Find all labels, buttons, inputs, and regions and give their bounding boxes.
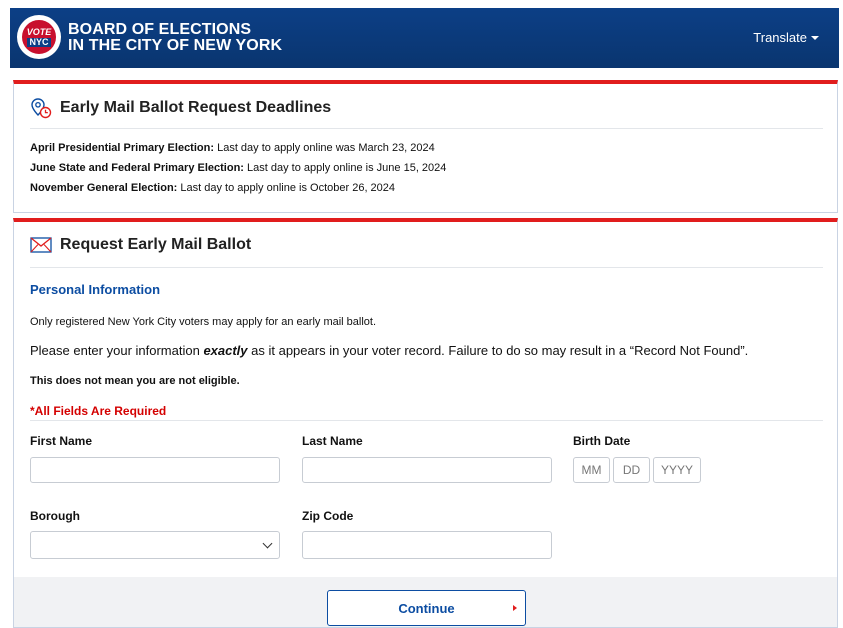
logo-badge: VOTE NYC <box>20 18 58 56</box>
org-name[interactable]: BOARD OF ELECTIONS IN THE CITY OF NEW YO… <box>68 22 282 54</box>
request-title: Request Early Mail Ballot <box>30 236 251 254</box>
first-name-input[interactable] <box>30 457 280 483</box>
borough-label: Borough <box>30 509 80 523</box>
borough-select[interactable] <box>30 531 280 559</box>
logo-text-top: VOTE <box>26 26 52 37</box>
request-title-text: Request Early Mail Ballot <box>60 236 252 253</box>
translate-dropdown[interactable]: Translate <box>753 30 819 45</box>
chevron-down-icon <box>262 538 273 549</box>
continue-button[interactable]: Continue <box>327 590 526 626</box>
deadlines-title-text: Early Mail Ballot Request Deadlines <box>60 99 332 116</box>
continue-label: Continue <box>398 600 455 616</box>
exact-note-emphasis: exactly <box>203 343 248 358</box>
first-name-label: First Name <box>30 434 93 448</box>
zip-code-input[interactable] <box>302 531 552 559</box>
divider <box>30 128 823 129</box>
deadline-item: June State and Federal Primary Election:… <box>30 162 446 174</box>
deadline-election-name: November General Election: <box>30 182 178 194</box>
translate-label: Translate <box>753 30 807 45</box>
envelope-icon <box>30 237 52 253</box>
last-name-input[interactable] <box>302 457 552 483</box>
deadline-item: November General Election: Last day to a… <box>30 182 395 194</box>
deadlines-title: Early Mail Ballot Request Deadlines <box>30 97 331 119</box>
logo-text-bottom: NYC <box>27 36 51 47</box>
deadline-text: Last day to apply online is October 26, … <box>180 182 396 194</box>
deadline-election-name: June State and Federal Primary Election: <box>30 162 244 174</box>
birth-day-input[interactable] <box>613 457 650 483</box>
birth-year-input[interactable] <box>653 457 701 483</box>
org-name-line1: BOARD OF ELECTIONS <box>68 21 252 38</box>
vote-nyc-logo[interactable]: VOTE NYC <box>17 15 61 59</box>
deadline-election-name: April Presidential Primary Election: <box>30 142 215 154</box>
request-panel: Request Early Mail Ballot Personal Infor… <box>13 218 838 628</box>
divider <box>30 420 823 421</box>
section-title: Personal Information <box>30 282 161 297</box>
exact-note-before: Please enter your information <box>30 343 204 358</box>
deadlines-panel: Early Mail Ballot Request Deadlines Apri… <box>13 80 838 213</box>
exact-note-after: as it appears in your voter record. Fail… <box>247 343 749 358</box>
deadline-text: Last day to apply online was March 23, 2… <box>217 142 435 154</box>
zip-code-label: Zip Code <box>302 509 354 523</box>
not-eligible-note: This does not mean you are not eligible. <box>30 375 240 387</box>
required-note: *All Fields Are Required <box>30 404 167 418</box>
last-name-label: Last Name <box>302 434 363 448</box>
divider <box>30 267 823 268</box>
birth-month-input[interactable] <box>573 457 610 483</box>
arrow-right-icon <box>513 605 517 611</box>
exact-info-note: Please enter your information exactly as… <box>30 343 748 358</box>
eligibility-note: Only registered New York City voters may… <box>30 316 377 328</box>
caret-down-icon <box>811 35 819 40</box>
site-header: VOTE NYC BOARD OF ELECTIONS IN THE CITY … <box>10 8 839 68</box>
location-clock-icon <box>31 98 52 119</box>
org-name-line2: IN THE CITY OF NEW YORK <box>68 37 283 54</box>
birth-date-label: Birth Date <box>573 434 631 448</box>
deadline-item: April Presidential Primary Election: Las… <box>30 142 435 154</box>
deadline-text: Last day to apply online is June 15, 202… <box>247 162 447 174</box>
